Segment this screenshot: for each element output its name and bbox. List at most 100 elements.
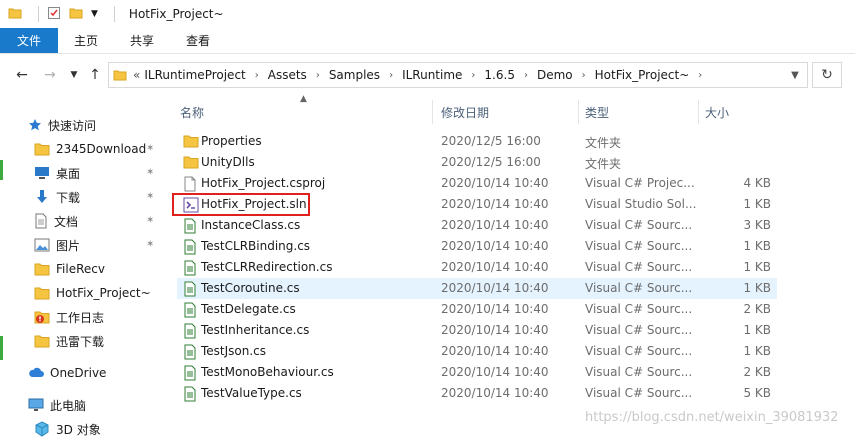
chevron-right-icon[interactable]: › <box>582 70 586 81</box>
column-header-date[interactable]: 修改日期 <box>441 100 489 124</box>
tab-share[interactable]: 共享 <box>114 28 170 53</box>
address-bar[interactable]: « ILRuntimeProject › Assets › Samples › ILRunt… <box>108 62 808 88</box>
vertical-scrollbar[interactable] <box>845 100 855 438</box>
forward-arrow-icon[interactable]: → <box>38 63 62 87</box>
refresh-icon[interactable]: ↻ <box>812 62 842 88</box>
file-row[interactable]: TestCoroutine.cs 2020/10/14 10:40 Visual C… <box>177 278 777 299</box>
chevron-right-icon[interactable]: › <box>524 70 528 81</box>
file-size: 2 KB <box>743 365 771 379</box>
file-date: 2020/10/14 10:40 <box>441 323 549 337</box>
sidebar-item[interactable]: 迅雷下载 <box>34 329 104 353</box>
cs-file-icon <box>183 365 199 381</box>
navigation-bar: ← → ▼ ↑ « ILRuntimeProject › Assets › Sample… <box>0 54 855 96</box>
folder-icon <box>34 334 50 348</box>
file-row[interactable]: InstanceClass.cs 2020/10/14 10:40 Visual C… <box>177 215 777 236</box>
chevron-right-icon[interactable]: › <box>255 70 259 81</box>
file-date: 2020/10/14 10:40 <box>441 218 549 232</box>
file-row[interactable]: TestValueType.cs 2020/10/14 10:40 Visual C… <box>177 383 777 404</box>
cs-file-icon <box>183 218 199 234</box>
sidebar-item[interactable]: 工作日志 <box>34 305 104 329</box>
chevron-right-icon[interactable]: › <box>471 70 475 81</box>
breadcrumb-item[interactable]: Assets <box>268 68 307 82</box>
sidebar-item[interactable]: 2345Download <box>34 137 146 161</box>
chevron-right-icon[interactable]: › <box>698 70 702 81</box>
file-size: 1 KB <box>743 197 771 211</box>
pin-icon[interactable]: ✶ <box>146 191 154 202</box>
file-row[interactable]: UnityDlls 2020/12/5 16:00 文件夹 <box>177 152 777 173</box>
chevron-right-icon[interactable]: › <box>316 70 320 81</box>
folder-icon <box>34 286 50 300</box>
document-icon <box>34 213 48 229</box>
cs-file-icon <box>183 344 199 360</box>
sidebar-item-quick-access[interactable]: 快速访问 <box>28 113 96 137</box>
breadcrumb-item[interactable]: ILRuntimeProject <box>144 68 245 82</box>
breadcrumb-item[interactable]: ILRuntime <box>402 68 462 82</box>
highlight-box <box>172 193 310 216</box>
pin-icon[interactable]: ✶ <box>146 143 154 154</box>
sidebar-item-3d-objects[interactable]: 3D 对象 <box>34 417 101 438</box>
sidebar-item-label: 3D 对象 <box>56 422 101 437</box>
sidebar-item[interactable]: 图片 <box>34 233 80 257</box>
sidebar-item[interactable]: 桌面 <box>34 161 80 185</box>
file-name: TestJson.cs <box>201 344 267 358</box>
properties-check-icon[interactable] <box>47 6 61 23</box>
sidebar-item[interactable]: HotFix_Project~ <box>34 281 151 305</box>
tab-home[interactable]: 主页 <box>58 28 114 53</box>
file-row[interactable]: TestDelegate.cs 2020/10/14 10:40 Visual C#… <box>177 299 777 320</box>
column-divider[interactable] <box>698 100 699 124</box>
column-header-name[interactable]: 名称 <box>180 100 204 124</box>
chevron-right-icon[interactable]: › <box>389 70 393 81</box>
file-row[interactable]: HotFix_Project.csproj 2020/10/14 10:40 Vis… <box>177 173 777 194</box>
accent-bar <box>0 336 3 360</box>
sidebar-item[interactable]: FileRecv <box>34 257 105 281</box>
breadcrumb-item[interactable]: Samples <box>329 68 380 82</box>
column-header-type[interactable]: 类型 <box>585 100 609 124</box>
breadcrumb-item[interactable]: Demo <box>537 68 573 82</box>
file-row[interactable]: TestCLRBinding.cs 2020/10/14 10:40 Visual … <box>177 236 777 257</box>
pin-icon[interactable]: ✶ <box>146 239 154 250</box>
new-folder-icon[interactable] <box>69 6 83 23</box>
file-type: 文件夹 <box>585 136 622 150</box>
breadcrumb-overflow[interactable]: « <box>133 68 140 82</box>
sidebar-item-label: 迅雷下载 <box>56 334 105 349</box>
file-row[interactable]: Properties 2020/12/5 16:00 文件夹 <box>177 131 777 152</box>
breadcrumb-item[interactable]: HotFix_Project~ <box>595 68 690 82</box>
file-row[interactable]: TestInheritance.cs 2020/10/14 10:40 Visual… <box>177 320 777 341</box>
column-header-size[interactable]: 大小 <box>705 100 729 124</box>
file-size: 1 KB <box>743 239 771 253</box>
download-icon <box>34 189 50 205</box>
file-date: 2020/12/5 16:00 <box>441 155 541 169</box>
address-dropdown-icon[interactable]: ▼ <box>783 63 807 87</box>
column-divider[interactable] <box>432 100 433 124</box>
sidebar-item-onedrive[interactable]: OneDrive <box>28 361 106 385</box>
tab-view[interactable]: 查看 <box>170 28 226 53</box>
pin-icon[interactable]: ✶ <box>146 167 154 178</box>
sort-ascending-icon: ▲ <box>300 94 307 104</box>
column-divider[interactable] <box>578 100 579 124</box>
file-date: 2020/10/14 10:40 <box>441 176 549 190</box>
sidebar-item-label: HotFix_Project~ <box>56 286 151 300</box>
customize-dropdown-icon[interactable]: ▼ <box>91 9 98 19</box>
sidebar-item[interactable]: 下载 <box>34 185 80 209</box>
sidebar-item-label: 此电脑 <box>50 398 87 413</box>
toolbar-divider <box>38 6 39 22</box>
file-date: 2020/10/14 10:40 <box>441 302 549 316</box>
up-arrow-icon[interactable]: ↑ <box>83 63 107 87</box>
pin-icon[interactable]: ✶ <box>146 215 154 226</box>
file-row[interactable]: TestJson.cs 2020/10/14 10:40 Visual C# Sou… <box>177 341 777 362</box>
sidebar-item-label: FileRecv <box>56 262 105 276</box>
sidebar-item-this-pc[interactable]: 此电脑 <box>28 393 86 417</box>
breadcrumb-item[interactable]: 1.6.5 <box>484 68 515 82</box>
back-arrow-icon[interactable]: ← <box>10 63 34 87</box>
file-row[interactable]: TestCLRRedirection.cs 2020/10/14 10:40 Vis… <box>177 257 777 278</box>
cs-file-icon <box>183 386 199 402</box>
file-type: Visual C# Sourc... <box>585 281 693 295</box>
file-type: Visual C# Sourc... <box>585 365 693 379</box>
sidebar-item[interactable]: 文档 <box>34 209 78 233</box>
file-name: TestCLRBinding.cs <box>201 239 311 253</box>
tab-file[interactable]: 文件 <box>0 28 58 53</box>
sidebar-item-label: 2345Download <box>56 142 147 156</box>
quick-access-toolbar: ▼ <box>0 0 123 28</box>
file-row[interactable]: TestMonoBehaviour.cs 2020/10/14 10:40 Visu… <box>177 362 777 383</box>
file-type: 文件夹 <box>585 157 622 171</box>
